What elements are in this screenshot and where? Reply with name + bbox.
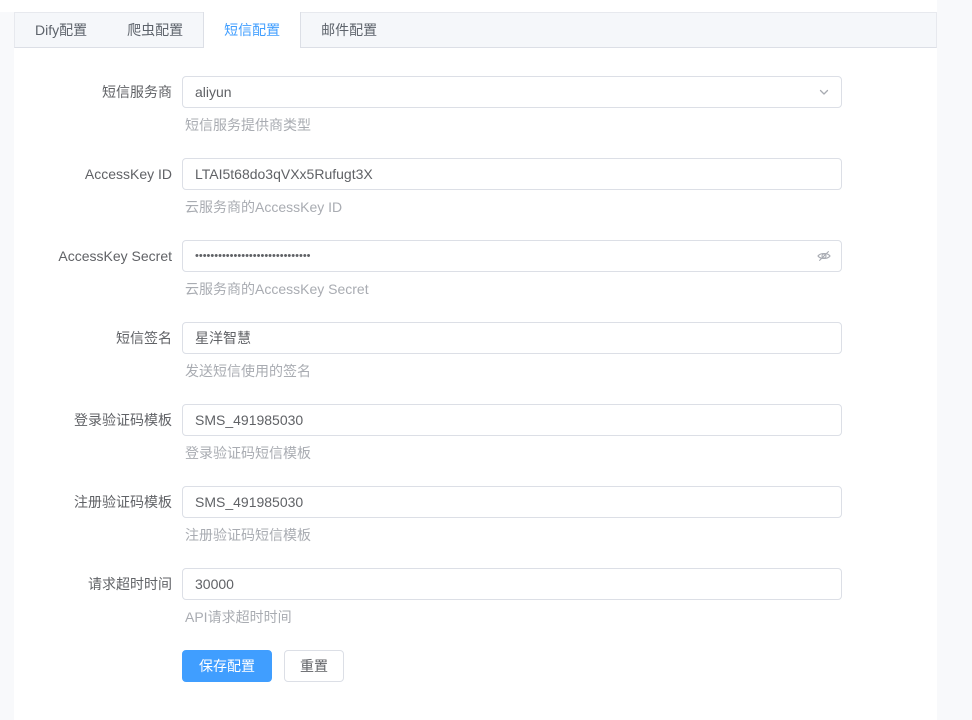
sms-signature-input[interactable] xyxy=(182,322,842,354)
sms-config-form: 短信服务商 短信服务提供商类型 xyxy=(14,48,937,682)
config-tabs-card: Dify配置 爬虫配置 短信配置 邮件配置 短信服务商 xyxy=(14,12,937,720)
login-template-help: 登录验证码短信模板 xyxy=(185,445,842,461)
form-item-accesskey-id: AccessKey ID 云服务商的AccessKey ID xyxy=(14,158,937,215)
accesskey-secret-input[interactable] xyxy=(182,240,842,272)
tab-dify-config[interactable]: Dify配置 xyxy=(15,13,107,48)
reset-button[interactable]: 重置 xyxy=(284,650,344,682)
register-template-help: 注册验证码短信模板 xyxy=(185,527,842,543)
form-item-request-timeout: 请求超时时间 API请求超时时间 xyxy=(14,568,937,625)
sms-provider-select[interactable] xyxy=(182,76,842,108)
tab-mail-config[interactable]: 邮件配置 xyxy=(301,13,397,48)
accesskey-id-label: AccessKey ID xyxy=(14,158,182,190)
tab-crawler-config[interactable]: 爬虫配置 xyxy=(107,13,203,48)
login-template-label: 登录验证码模板 xyxy=(14,404,182,436)
register-template-label: 注册验证码模板 xyxy=(14,486,182,518)
sms-provider-help: 短信服务提供商类型 xyxy=(185,117,842,133)
accesskey-secret-label: AccessKey Secret xyxy=(14,240,182,272)
save-config-button[interactable]: 保存配置 xyxy=(182,650,272,682)
login-template-input[interactable] xyxy=(182,404,842,436)
page-background-left xyxy=(0,12,14,720)
eye-off-icon[interactable] xyxy=(816,248,832,264)
form-item-sms-signature: 短信签名 发送短信使用的签名 xyxy=(14,322,937,379)
register-template-input[interactable] xyxy=(182,486,842,518)
tab-bar: Dify配置 爬虫配置 短信配置 邮件配置 xyxy=(14,12,937,48)
form-actions: 保存配置 重置 xyxy=(182,650,937,682)
form-item-register-template: 注册验证码模板 注册验证码短信模板 xyxy=(14,486,937,543)
chevron-down-icon[interactable] xyxy=(816,84,832,100)
request-timeout-input[interactable] xyxy=(182,568,842,600)
request-timeout-help: API请求超时时间 xyxy=(185,609,842,625)
accesskey-id-help: 云服务商的AccessKey ID xyxy=(185,199,842,215)
sms-provider-label: 短信服务商 xyxy=(14,76,182,108)
tab-sms-config[interactable]: 短信配置 xyxy=(203,12,301,48)
sms-signature-help: 发送短信使用的签名 xyxy=(185,363,842,379)
form-item-login-template: 登录验证码模板 登录验证码短信模板 xyxy=(14,404,937,461)
request-timeout-label: 请求超时时间 xyxy=(14,568,182,600)
form-item-sms-provider: 短信服务商 短信服务提供商类型 xyxy=(14,76,937,133)
accesskey-secret-help: 云服务商的AccessKey Secret xyxy=(185,281,842,297)
form-item-accesskey-secret: AccessKey Secret xyxy=(14,240,937,297)
sms-signature-label: 短信签名 xyxy=(14,322,182,354)
page-background-right xyxy=(937,0,972,720)
accesskey-id-input[interactable] xyxy=(182,158,842,190)
settings-page: Dify配置 爬虫配置 短信配置 邮件配置 短信服务商 xyxy=(0,0,972,720)
